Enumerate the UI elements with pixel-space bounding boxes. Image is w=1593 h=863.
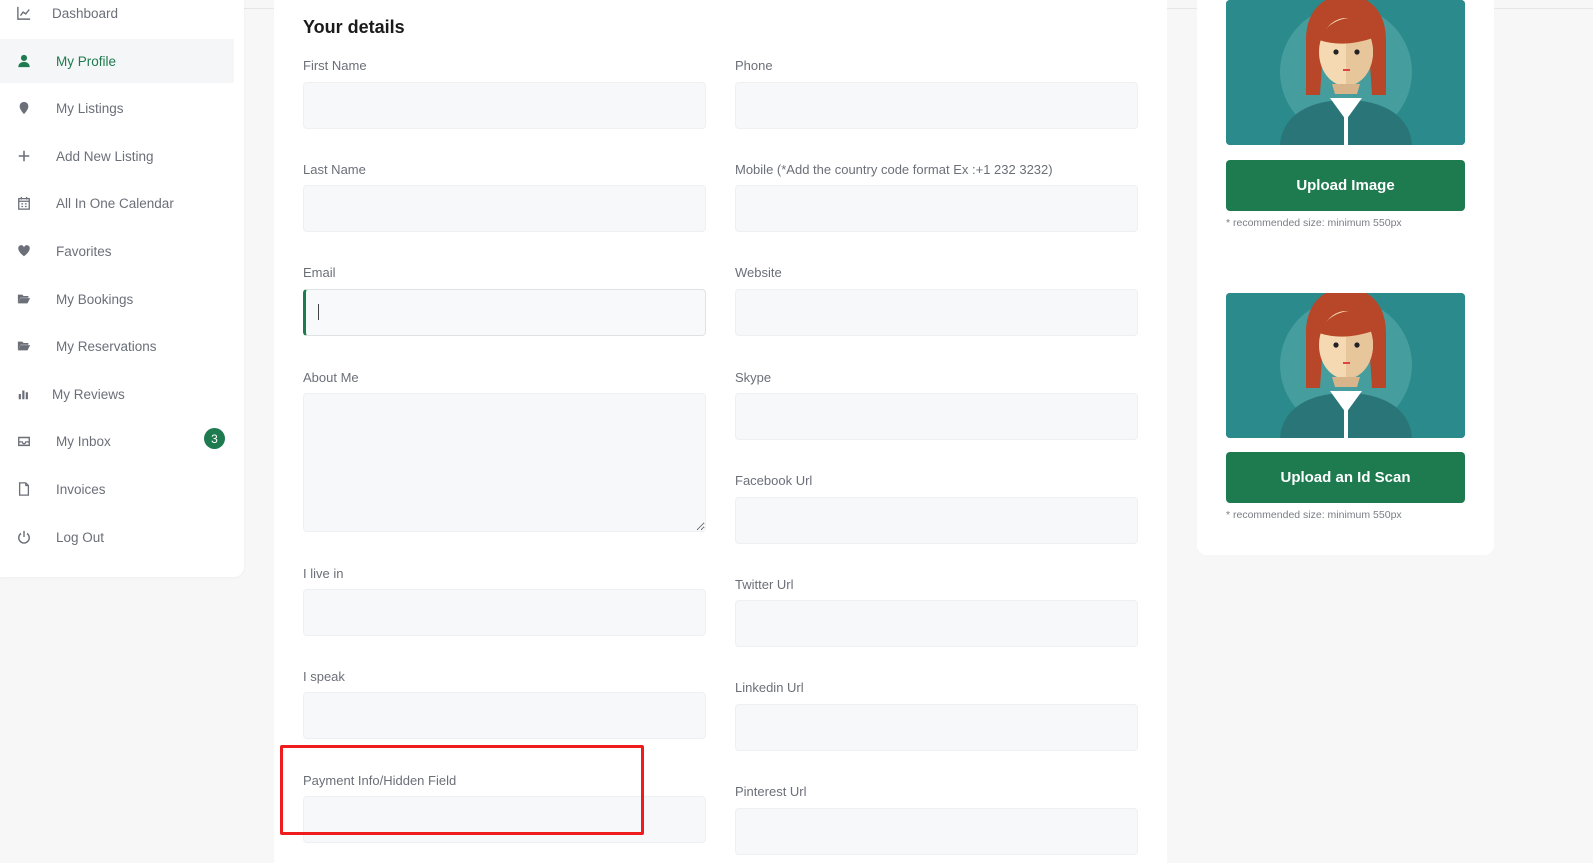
- folder-open-icon: [14, 289, 34, 309]
- calendar-icon: [14, 193, 34, 213]
- sidebar-item-label: Invoices: [56, 481, 106, 497]
- website-label: Website: [735, 265, 782, 280]
- sidebar-item-label: Add New Listing: [56, 148, 154, 164]
- bar-chart-icon: [14, 384, 34, 404]
- skype-label: Skype: [735, 370, 772, 385]
- first-name-label: First Name: [303, 58, 367, 73]
- file-icon: [14, 479, 34, 499]
- sidebar-item-log-out[interactable]: Log Out: [0, 515, 234, 559]
- payment-info-input[interactable]: [303, 796, 706, 843]
- sidebar-item-my-listings[interactable]: My Listings: [0, 86, 234, 130]
- sidebar-item-add-new-listing[interactable]: Add New Listing: [0, 134, 234, 178]
- about-me-label: About Me: [303, 370, 359, 385]
- sidebar-item-calendar[interactable]: All In One Calendar: [0, 181, 234, 225]
- first-name-input[interactable]: [303, 82, 706, 129]
- avatar-placeholder-icon: [1226, 0, 1465, 145]
- phone-input[interactable]: [735, 82, 1138, 129]
- facebook-url-input[interactable]: [735, 497, 1138, 544]
- last-name-input[interactable]: [303, 185, 706, 232]
- mobile-input[interactable]: [735, 185, 1138, 232]
- section-title: Your details: [303, 17, 405, 37]
- inbox-icon: [14, 431, 34, 451]
- sidebar-item-my-reviews[interactable]: My Reviews: [0, 372, 234, 416]
- pinterest-url-input[interactable]: [735, 808, 1138, 855]
- sidebar-item-label: My Inbox: [56, 433, 111, 449]
- avatar-placeholder-icon: [1226, 293, 1465, 438]
- pinterest-url-label: Pinterest Url: [735, 784, 807, 799]
- folder-open-icon: [14, 336, 34, 356]
- about-me-textarea[interactable]: [303, 393, 706, 532]
- image-size-hint: * recommended size: minimum 550px: [1226, 217, 1402, 229]
- email-input[interactable]: [303, 289, 706, 336]
- id-size-hint: * recommended size: minimum 550px: [1226, 509, 1402, 521]
- upload-id-scan-button[interactable]: Upload an Id Scan: [1226, 452, 1465, 503]
- text-cursor: [318, 304, 319, 320]
- upload-image-button[interactable]: Upload Image: [1226, 160, 1465, 211]
- map-pin-icon: [14, 98, 34, 118]
- plus-icon: [14, 146, 34, 166]
- sidebar-item-invoices[interactable]: Invoices: [0, 467, 234, 511]
- sidebar-item-label: My Listings: [56, 100, 124, 116]
- chart-icon: [14, 3, 34, 23]
- profile-avatar-image: [1226, 0, 1465, 145]
- sidebar-item-label: Dashboard: [52, 5, 119, 21]
- inbox-count-badge: 3: [204, 428, 225, 449]
- id-scan-image: [1226, 293, 1465, 438]
- sidebar-item-label: My Reservations: [56, 338, 157, 354]
- sidebar-item-label: My Profile: [56, 53, 117, 69]
- sidebar-item-label: All In One Calendar: [56, 195, 174, 211]
- sidebar-item-dashboard[interactable]: Dashboard: [0, 0, 234, 35]
- profile-form-card: Your details First Name Last Name Email …: [274, 0, 1167, 863]
- speak-input[interactable]: [303, 692, 706, 739]
- last-name-label: Last Name: [303, 162, 366, 177]
- linkedin-url-label: Linkedin Url: [735, 680, 804, 695]
- twitter-url-input[interactable]: [735, 600, 1138, 647]
- sidebar-item-my-bookings[interactable]: My Bookings: [0, 277, 234, 321]
- sidebar-item-label: Favorites: [56, 243, 112, 259]
- facebook-url-label: Facebook Url: [735, 473, 813, 488]
- user-icon: [14, 51, 34, 71]
- sidebar-item-my-inbox[interactable]: My Inbox 3: [0, 419, 234, 463]
- heart-icon: [14, 241, 34, 261]
- sidebar-item-label: My Reviews: [52, 386, 125, 402]
- power-icon: [14, 527, 34, 547]
- live-in-input[interactable]: [303, 589, 706, 636]
- email-label: Email: [303, 265, 336, 280]
- sidebar-item-my-profile[interactable]: My Profile: [0, 39, 234, 83]
- payment-info-label: Payment Info/Hidden Field: [303, 773, 457, 788]
- linkedin-url-input[interactable]: [735, 704, 1138, 751]
- speak-label: I speak: [303, 669, 345, 684]
- phone-label: Phone: [735, 58, 773, 73]
- twitter-url-label: Twitter Url: [735, 577, 794, 592]
- sidebar-item-favorites[interactable]: Favorites: [0, 229, 234, 273]
- sidebar-item-my-reservations[interactable]: My Reservations: [0, 324, 234, 368]
- sidebar-item-label: Log Out: [56, 529, 105, 545]
- live-in-label: I live in: [303, 566, 344, 581]
- website-input[interactable]: [735, 289, 1138, 336]
- dashboard-sidebar: Dashboard My Profile My Listings Add New…: [0, 0, 244, 577]
- sidebar-item-label: My Bookings: [56, 291, 134, 307]
- skype-input[interactable]: [735, 393, 1138, 440]
- mobile-label: Mobile (*Add the country code format Ex …: [735, 162, 1053, 177]
